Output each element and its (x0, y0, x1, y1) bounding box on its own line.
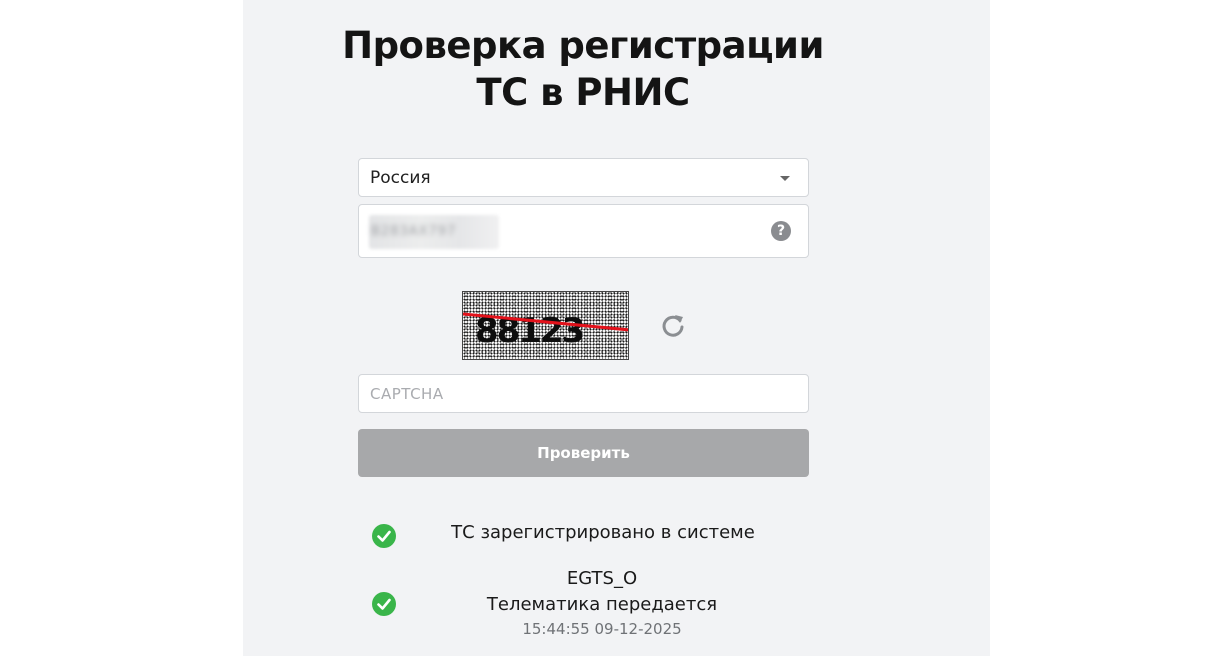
vehicle-number-value: В283АХ797 (369, 215, 499, 249)
vehicle-number-field[interactable]: В283АХ797 ? (358, 204, 809, 258)
chevron-down-icon (780, 176, 790, 181)
captcha-input-field[interactable] (358, 374, 809, 413)
telematics-status-text: Телематика передается (486, 594, 718, 615)
telematics-timestamp: 15:44:55 09-12-2025 (522, 620, 682, 638)
page-title-line1: Проверка регистрации (342, 24, 824, 67)
captcha-input[interactable] (359, 375, 808, 412)
country-select[interactable]: Россия (358, 158, 809, 197)
check-circle-icon (372, 592, 396, 616)
telematics-protocol: EGTS_O (566, 568, 638, 589)
question-circle-icon[interactable]: ? (771, 221, 791, 241)
registration-status-text: ТС зарегистрировано в системе (451, 522, 755, 543)
country-select-value: Россия (370, 168, 431, 188)
check-button[interactable]: Проверить (358, 429, 809, 477)
page-title: Проверка регистрации ТС в РНИС (243, 22, 923, 116)
page-title-line2: ТС в РНИС (476, 71, 690, 114)
vehicle-number-text: В283АХ797 (371, 224, 457, 239)
check-circle-icon (372, 524, 396, 548)
refresh-icon[interactable] (659, 311, 687, 339)
captcha-image: 88123 (462, 291, 629, 360)
